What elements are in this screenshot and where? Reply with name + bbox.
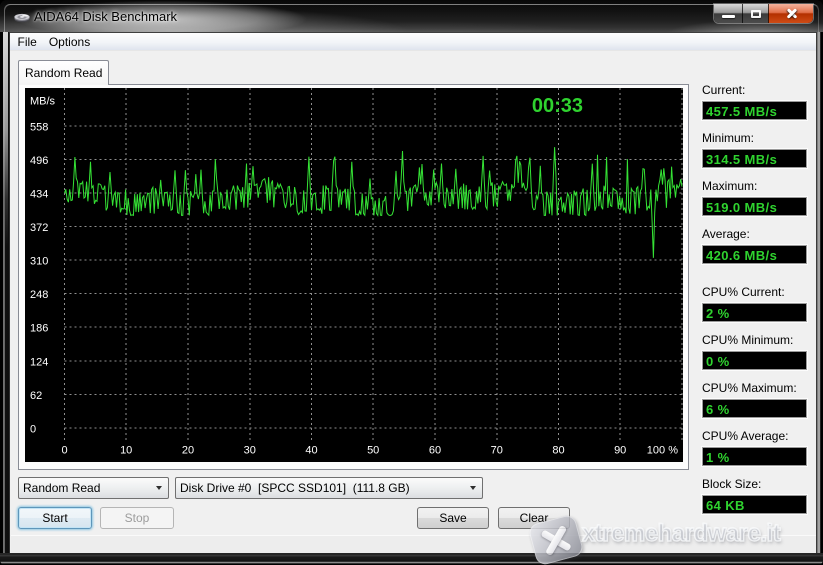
svg-text:434: 434 [30, 189, 48, 201]
svg-text:248: 248 [30, 289, 48, 301]
svg-text:40: 40 [305, 445, 317, 457]
svg-text:80: 80 [552, 445, 564, 457]
svg-text:20: 20 [182, 445, 194, 457]
svg-text:372: 372 [30, 222, 48, 234]
svg-text:50: 50 [367, 445, 379, 457]
svg-text:310: 310 [30, 256, 48, 268]
svg-text:90: 90 [614, 445, 626, 457]
svg-text:0: 0 [61, 445, 67, 457]
svg-text:30: 30 [244, 445, 256, 457]
svg-text:10: 10 [120, 445, 132, 457]
svg-text:124: 124 [30, 356, 48, 368]
svg-text:186: 186 [30, 323, 48, 335]
svg-text:0: 0 [30, 423, 36, 435]
svg-text:60: 60 [429, 445, 441, 457]
svg-text:00:33: 00:33 [532, 95, 583, 117]
svg-text:62: 62 [30, 390, 42, 402]
svg-text:558: 558 [30, 122, 48, 134]
svg-text:496: 496 [30, 155, 48, 167]
svg-text:MB/s: MB/s [30, 96, 56, 108]
svg-text:100 %: 100 % [647, 445, 678, 457]
svg-text:70: 70 [491, 445, 503, 457]
